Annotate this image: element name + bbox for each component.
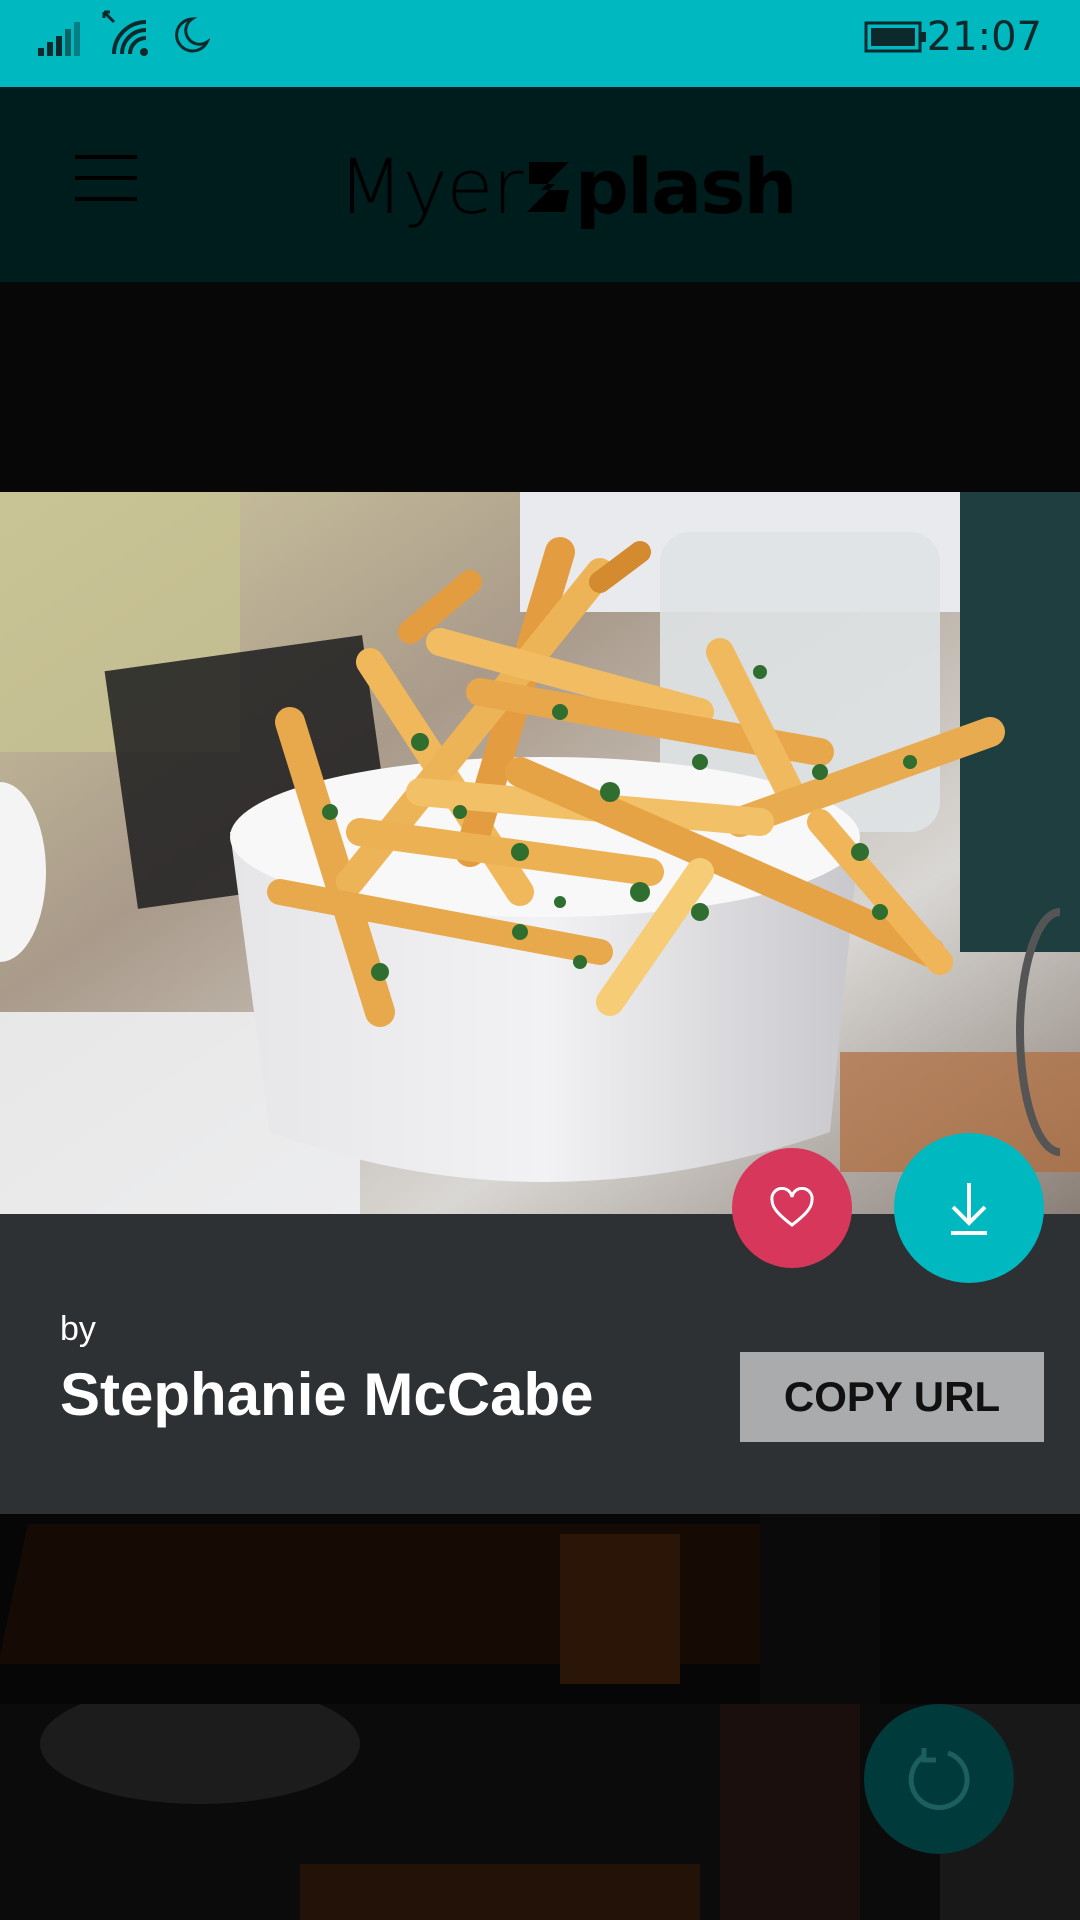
photo-card-dimmed[interactable] xyxy=(0,1514,1080,1704)
logo-text-bold: plash xyxy=(574,142,798,231)
by-label: by xyxy=(60,1310,96,1348)
fries-bowl-photo[interactable] xyxy=(0,492,1080,1214)
photo-placeholder-area xyxy=(0,282,1080,492)
download-button[interactable] xyxy=(894,1133,1044,1283)
quiet-hours-moon-icon xyxy=(175,17,210,53)
app-header: Myer plash xyxy=(0,87,1080,282)
signal-icon xyxy=(38,22,80,56)
copy-url-button[interactable]: COPY URL xyxy=(740,1352,1044,1442)
refresh-button[interactable] xyxy=(864,1704,1014,1854)
battery-icon xyxy=(864,21,926,53)
logo-text-regular: Myer xyxy=(338,142,524,231)
favorite-button[interactable] xyxy=(732,1148,852,1268)
author-name[interactable]: Stephanie McCabe xyxy=(60,1360,593,1429)
logo-mark-icon xyxy=(526,162,569,212)
status-time: 21:07 xyxy=(926,14,1042,60)
hamburger-menu-icon[interactable] xyxy=(75,155,137,201)
wifi-icon xyxy=(102,10,148,56)
download-icon xyxy=(951,1183,987,1235)
refresh-icon xyxy=(908,1748,970,1811)
app-logo: Myer plash xyxy=(338,142,798,232)
heart-icon xyxy=(770,1187,814,1227)
status-bar: 21:07 xyxy=(0,0,1080,87)
